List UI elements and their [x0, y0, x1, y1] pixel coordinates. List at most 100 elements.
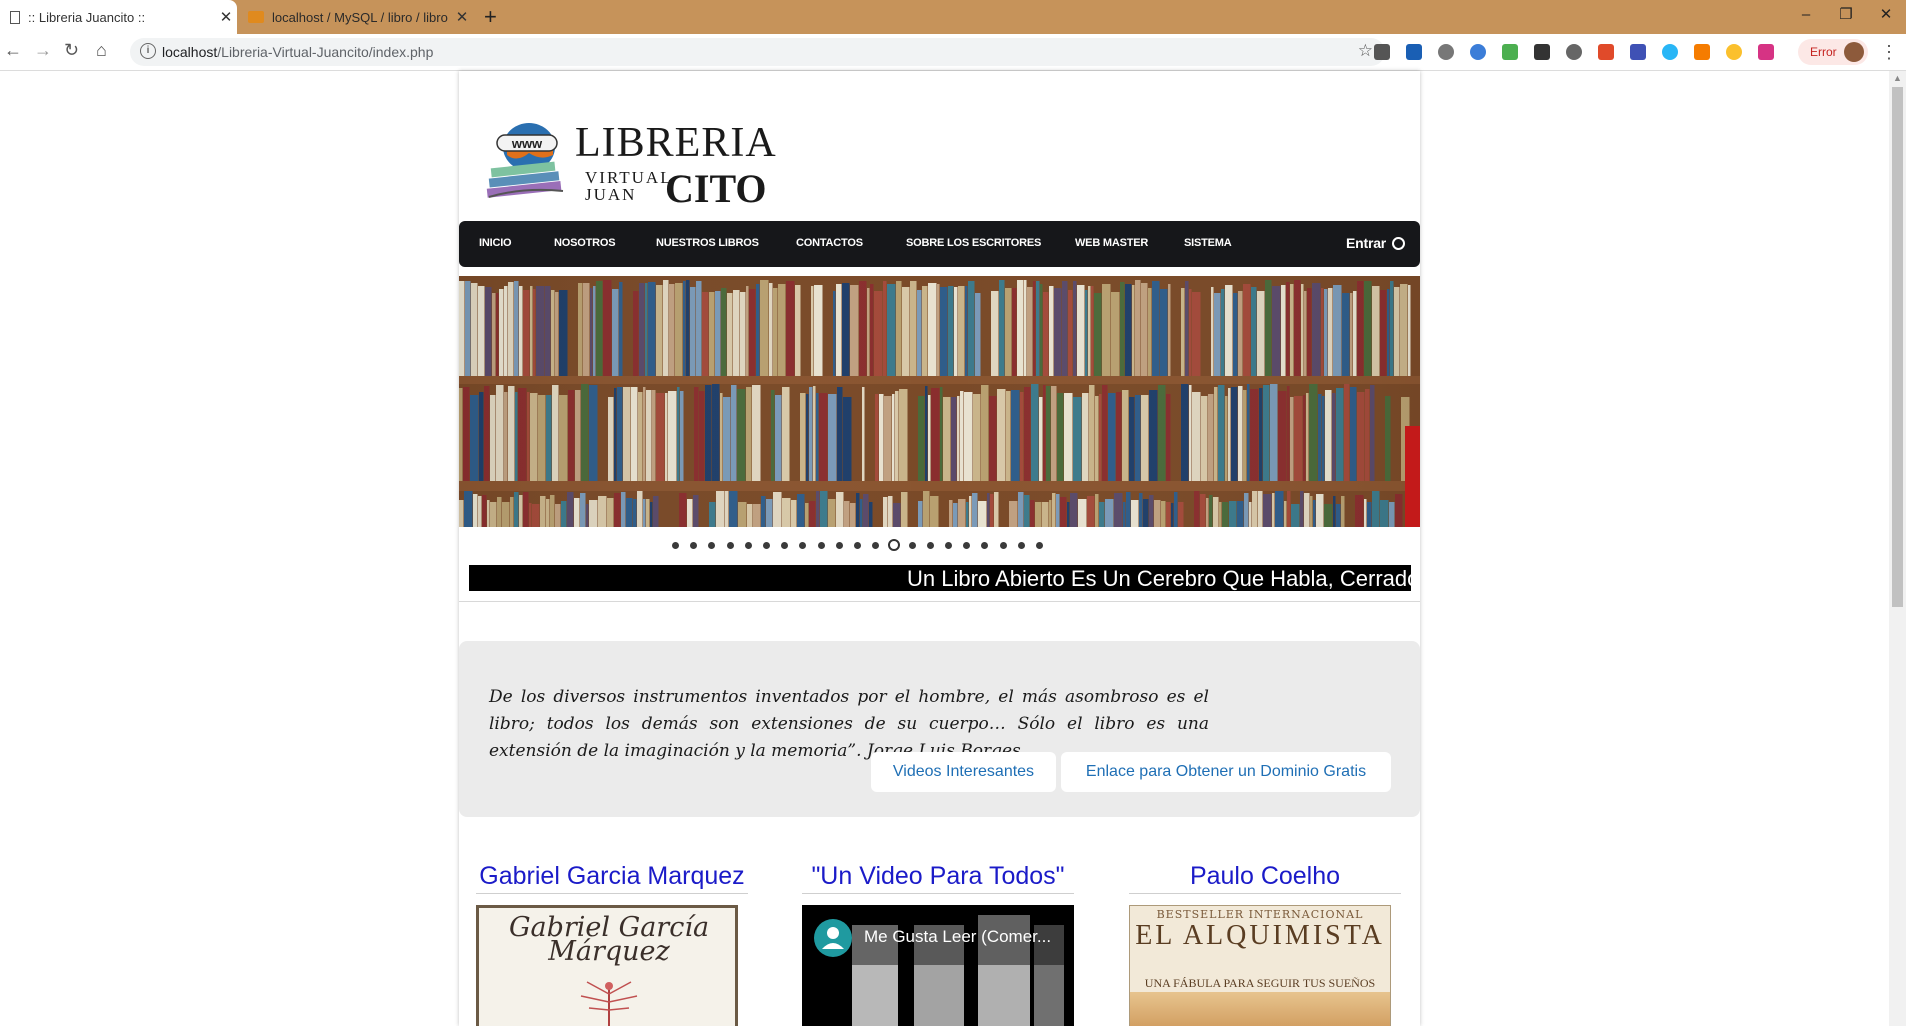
close-window-icon[interactable]: ✕: [1866, 0, 1906, 34]
channel-avatar[interactable]: [814, 919, 852, 957]
slider-dot[interactable]: [888, 539, 901, 551]
globe-books-icon: www: [486, 123, 564, 198]
slider-dot[interactable]: [999, 542, 1007, 549]
tree-illustration-icon: [580, 981, 638, 1026]
bookshelf-image: [459, 276, 1420, 527]
slider-dot[interactable]: [1036, 542, 1043, 549]
close-tab-icon[interactable]: ✕: [215, 8, 237, 26]
back-arrow-icon[interactable]: ←: [4, 40, 22, 61]
slider-dot[interactable]: [763, 542, 770, 549]
marquee-banner: Un Libro Abierto Es Un Cerebro Que Habla…: [469, 565, 1411, 591]
slider-dot[interactable]: [708, 542, 716, 549]
svg-text:www: www: [511, 136, 543, 151]
url-text[interactable]: localhost/Libreria-Virtual-Juancito/inde…: [162, 44, 433, 60]
user-icon: [822, 927, 844, 949]
extension-icon[interactable]: [1534, 44, 1550, 60]
embedded-video[interactable]: Me Gusta Leer (Comer...: [802, 905, 1074, 1026]
menu-item-inicio[interactable]: INICIO: [479, 237, 512, 249]
slider-dot[interactable]: [1017, 542, 1025, 549]
tab-libreria[interactable]: :: Libreria Juancito :: ✕: [0, 0, 237, 34]
menu-item-sistema[interactable]: SISTEMA: [1184, 237, 1232, 249]
menu-item-web-master[interactable]: WEB MASTER: [1075, 237, 1148, 249]
videos-interesantes-button[interactable]: Videos Interesantes: [871, 752, 1056, 792]
extension-icon[interactable]: [1662, 44, 1678, 60]
forward-arrow-icon[interactable]: →: [34, 40, 52, 61]
slider-dot[interactable]: [690, 542, 698, 549]
new-tab-button[interactable]: +: [484, 4, 497, 30]
slider-dot[interactable]: [799, 542, 807, 549]
chevron-down-circle-icon[interactable]: [1392, 237, 1405, 250]
column-title[interactable]: Gabriel Garcia Marquez: [476, 859, 748, 894]
home-icon[interactable]: ⌂: [96, 40, 107, 61]
browser-toolbar: ← → ↻ ⌂ i localhost/Libreria-Virtual-Jua…: [0, 34, 1906, 71]
menu-item-contactos[interactable]: CONTACTOS: [796, 237, 863, 249]
tab-strip: :: Libreria Juancito :: ✕ localhost / My…: [0, 0, 1906, 34]
column-title[interactable]: Paulo Coelho: [1129, 859, 1401, 894]
extension-icon[interactable]: [1470, 44, 1486, 60]
avatar: [1844, 42, 1864, 62]
main-menu: INICIO NOSOTROS NUESTROS LIBROS CONTACTO…: [459, 221, 1420, 267]
scroll-up-icon[interactable]: ▲: [1893, 73, 1902, 83]
slider-dot[interactable]: [981, 542, 989, 549]
slider-dot[interactable]: [908, 542, 916, 549]
logo-text-cito: CITO: [665, 166, 767, 211]
logo-text-virtual: VIRTUAL JUAN: [585, 168, 673, 204]
extension-icon[interactable]: [1726, 44, 1742, 60]
extension-icon[interactable]: [1758, 44, 1774, 60]
minimize-icon[interactable]: –: [1786, 0, 1826, 34]
phpmyadmin-icon: [248, 11, 264, 23]
scroll-thumb[interactable]: [1892, 87, 1903, 607]
logo-text-libreria: LIBRERIA: [575, 120, 777, 166]
extension-icon[interactable]: [1502, 44, 1518, 60]
video-title[interactable]: Me Gusta Leer (Comer...: [864, 927, 1051, 947]
slider-dot[interactable]: [945, 542, 952, 549]
slider-dot[interactable]: [926, 542, 934, 549]
more-menu-icon[interactable]: ⋮: [1880, 42, 1898, 63]
column-title[interactable]: "Un Video Para Todos": [802, 859, 1074, 894]
site-logo[interactable]: www LIBRERIA VIRTUAL JUAN CITO: [483, 111, 783, 211]
menu-item-sobre-escritores[interactable]: SOBRE LOS ESCRITORES: [906, 237, 1041, 249]
slider-dot[interactable]: [744, 542, 752, 549]
slider-dot[interactable]: [817, 542, 825, 549]
column-paulo-coelho: Paulo Coelho BESTSELLER INTERNACIONAL EL…: [1129, 859, 1401, 1026]
address-bar[interactable]: i localhost/Libreria-Virtual-Juancito/in…: [130, 38, 1385, 66]
dominio-gratis-button[interactable]: Enlace para Obtener un Dominio Gratis: [1061, 752, 1391, 792]
extension-icon[interactable]: [1598, 44, 1614, 60]
extension-icon[interactable]: [1694, 44, 1710, 60]
column-video: "Un Video Para Todos" Me Gusta Leer (Com…: [802, 859, 1074, 1026]
tab-title: localhost / MySQL / libro / libro: [272, 9, 448, 25]
window-controls: – ❐ ✕: [1786, 0, 1906, 34]
tab-phpmyadmin[interactable]: localhost / MySQL / libro / libro ✕: [240, 0, 473, 34]
page-scrollbar[interactable]: ▲: [1889, 71, 1906, 1026]
login-link[interactable]: Entrar: [1346, 235, 1386, 251]
slider-dot[interactable]: [726, 542, 734, 549]
restore-icon[interactable]: ❐: [1826, 0, 1866, 34]
tab-title: :: Libreria Juancito ::: [28, 9, 146, 25]
info-icon[interactable]: i: [140, 43, 156, 59]
bookshelf-slider-image[interactable]: [459, 276, 1420, 527]
marquee-text: Un Libro Abierto Es Un Cerebro Que Habla…: [907, 566, 1411, 591]
menu-item-nosotros[interactable]: NOSOTROS: [554, 237, 616, 249]
close-tab-icon[interactable]: ✕: [451, 8, 473, 26]
extension-icon[interactable]: [1374, 44, 1390, 60]
extension-icon[interactable]: [1438, 44, 1454, 60]
divider: [459, 601, 1420, 602]
garcia-marquez-book-image[interactable]: Gabriel García Márquez: [476, 905, 738, 1026]
extension-icon[interactable]: [1406, 44, 1422, 60]
page-icon: [10, 10, 20, 24]
slider-dot[interactable]: [854, 542, 861, 549]
bookmark-star-icon[interactable]: ☆: [1358, 41, 1373, 61]
extension-icon[interactable]: [1630, 44, 1646, 60]
reload-icon[interactable]: ↻: [64, 40, 79, 61]
el-alquimista-book-image[interactable]: BESTSELLER INTERNACIONAL EL ALQUIMISTA U…: [1129, 905, 1391, 1026]
slider-dot[interactable]: [672, 542, 679, 549]
profile-error-button[interactable]: Error: [1798, 39, 1868, 65]
slider-dot[interactable]: [963, 542, 971, 549]
quote-panel: De los diversos instrumentos inventados …: [459, 641, 1420, 817]
extension-icon[interactable]: [1566, 44, 1582, 60]
slider-dot[interactable]: [872, 542, 880, 549]
slider-dot[interactable]: [835, 542, 843, 549]
slider-dot[interactable]: [781, 542, 789, 549]
menu-item-nuestros-libros[interactable]: NUESTROS LIBROS: [656, 237, 759, 249]
site-container: www LIBRERIA VIRTUAL JUAN CITO INICIO NO…: [459, 71, 1420, 1026]
